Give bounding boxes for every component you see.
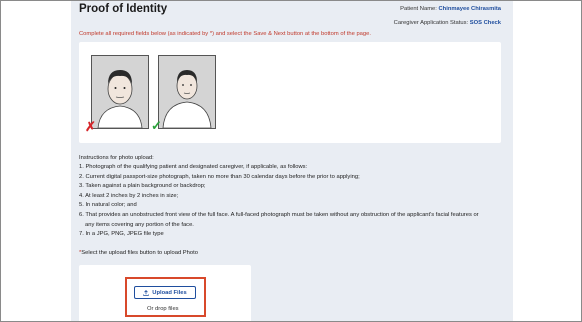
- face-photo-icon: [159, 56, 215, 128]
- list-item: 6. That provides an unobstructed front v…: [79, 211, 479, 218]
- list-item: any items covering any portion of the fa…: [85, 221, 194, 228]
- incorrect-photo-example: [91, 55, 149, 129]
- patient-name-value: Chinmayee Chirasmita: [438, 6, 501, 12]
- list-item: 5. In natural color; and: [79, 202, 137, 209]
- correct-photo-example: [158, 55, 216, 129]
- list-item: 3. Taken against a plain background or b…: [79, 183, 206, 190]
- list-item: 1. Photograph of the qualifying patient …: [79, 164, 308, 170]
- patient-name-label: Patient Name:: [400, 6, 437, 12]
- application-status-value: SOS Check: [469, 20, 501, 26]
- upload-photo-label: *Select the upload files button to uploa…: [79, 250, 198, 256]
- required-fields-notice: Complete all required fields below (as i…: [79, 31, 371, 37]
- instructions-heading: Instructions for photo upload:: [79, 155, 154, 161]
- photo-examples-card: ✗ ✓: [79, 42, 501, 143]
- upload-icon: [143, 289, 150, 296]
- x-mark-icon: ✗: [85, 119, 96, 134]
- face-photo-icon: [92, 56, 148, 128]
- patient-name-row: Patient Name: Chinmayee Chirasmita: [400, 6, 501, 12]
- application-status-row: Caregiver Application Status: SOS Check: [394, 20, 501, 26]
- list-item: 7. In a JPG, PNG, JPEG file type: [79, 231, 164, 238]
- application-status-label: Caregiver Application Status:: [393, 20, 469, 26]
- screenshot-frame: Proof of Identity Patient Name: Chinmaye…: [0, 0, 582, 322]
- check-mark-icon: ✓: [151, 118, 162, 133]
- upload-files-button[interactable]: Upload Files: [134, 286, 196, 299]
- upload-label-text: Select the upload files button to upload…: [81, 250, 198, 256]
- upload-files-label: Upload Files: [152, 289, 187, 296]
- list-item: 2. Current digital passport-size photogr…: [79, 173, 360, 180]
- list-item: 4. At least 2 inches by 2 inches in size…: [79, 192, 179, 199]
- drop-files-text: Or drop files: [147, 306, 179, 312]
- page-title: Proof of Identity: [79, 3, 168, 15]
- instructions-list: 1. Photograph of the qualifying patient …: [79, 163, 509, 240]
